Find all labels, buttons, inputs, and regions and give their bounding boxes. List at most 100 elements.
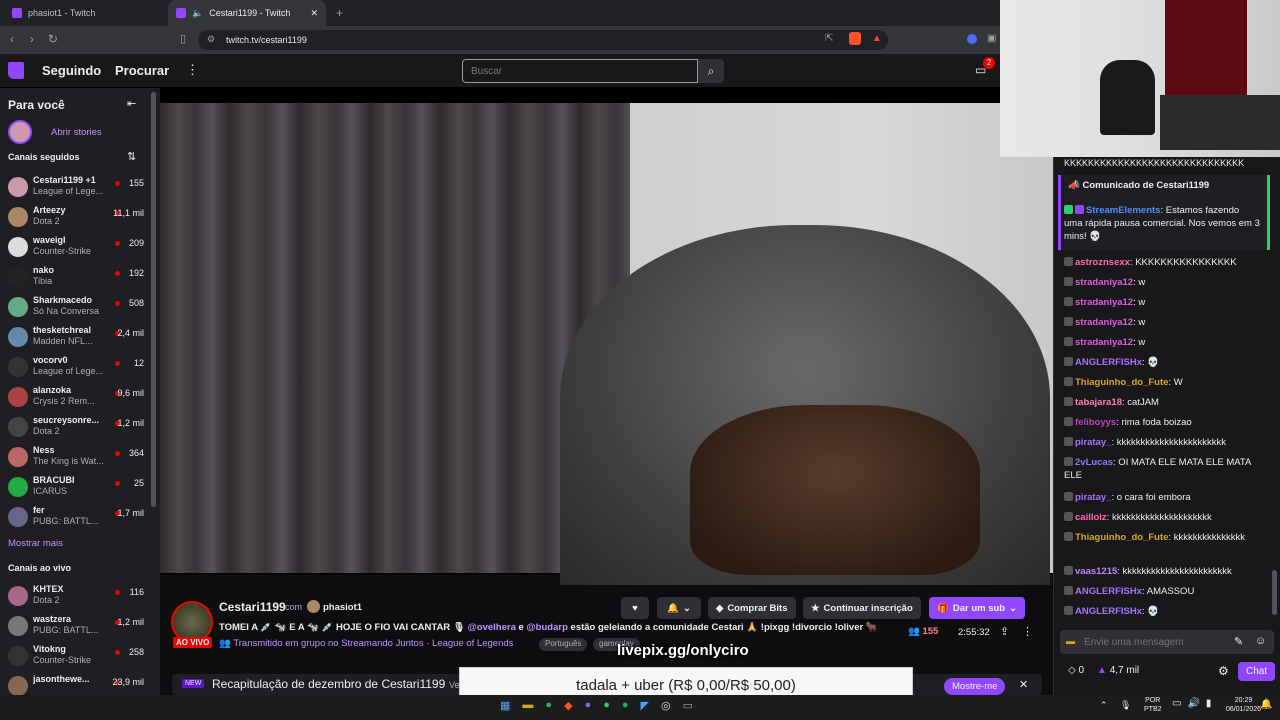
discord-icon[interactable]: ● xyxy=(585,699,592,712)
browser-tab-phasiot1[interactable]: phasiot1 - Twitch xyxy=(4,0,164,26)
chat-username[interactable]: piratay_ xyxy=(1075,492,1111,503)
bits-balance[interactable]: ▲ 4,7 mil xyxy=(1097,665,1139,676)
buy-bits-button[interactable]: ◆ Comprar Bits xyxy=(708,597,796,619)
file-explorer-icon[interactable]: ▬ xyxy=(522,699,533,712)
sidebar-channel-item[interactable]: vocorv0 League of Lege... 12 xyxy=(8,355,152,385)
notification-bell-button[interactable]: 🔔 ⌄ xyxy=(657,597,701,619)
spotify-2-icon[interactable]: ● xyxy=(622,699,629,712)
chat-username[interactable]: astroznsexx xyxy=(1075,257,1130,268)
sort-icon[interactable]: ⇅ xyxy=(127,150,136,163)
sidebar-channel-item[interactable]: wastzera PUBG: BATTL... 1,2 mil xyxy=(8,614,152,644)
chat-username[interactable]: stradaniya12 xyxy=(1075,297,1133,308)
chat-username[interactable]: Thiaguinho_do_Fute xyxy=(1075,532,1168,543)
volume-icon[interactable]: 🔊 xyxy=(1187,698,1199,709)
more-options-icon[interactable]: ⋮ xyxy=(186,62,199,78)
chat-username[interactable]: tabajara18 xyxy=(1075,397,1122,408)
battery-icon[interactable]: ▮ xyxy=(1206,698,1212,709)
sidebar-channel-item[interactable]: Arteezy Dota 2 11,1 mil xyxy=(8,205,152,235)
chat-username[interactable]: cailloiz xyxy=(1075,512,1107,523)
chat-username[interactable]: piratay_ xyxy=(1075,437,1111,448)
sidebar-channel-item[interactable]: Cestari1199 +1 League of Lege... 155 xyxy=(8,175,152,205)
sidebar-channel-item[interactable]: BRACUBI ICARUS 25 xyxy=(8,475,152,505)
extensions-puzzle-icon[interactable]: ▣ xyxy=(987,33,996,44)
sidebar-channel-item[interactable]: waveigl Counter-Strike 209 xyxy=(8,235,152,265)
obs-icon[interactable]: ◎ xyxy=(661,699,671,712)
site-info-icon[interactable]: ⚙ xyxy=(207,34,215,45)
twitch-logo-icon[interactable] xyxy=(8,62,24,79)
sidebar-channel-item[interactable]: seucreysonre... Dota 2 1,2 mil xyxy=(8,415,152,445)
game-link[interactable]: League of Legends xyxy=(432,638,513,649)
chat-username[interactable]: ANGLERFISHx xyxy=(1075,357,1142,368)
brave-shield-icon[interactable] xyxy=(849,32,861,45)
announcement-user[interactable]: StreamElements xyxy=(1086,205,1160,216)
sidebar-channel-item[interactable]: thesketchreal Madden NFL... 2,4 mil xyxy=(8,325,152,355)
mention-budarp[interactable]: @budarp xyxy=(526,622,567,633)
search-input[interactable] xyxy=(462,59,698,83)
back-icon[interactable]: ‹ xyxy=(10,32,14,46)
bits-cheer-icon[interactable]: ✎ xyxy=(1234,635,1243,648)
brave-icon[interactable]: ◆ xyxy=(564,699,572,712)
recap-close-icon[interactable]: ✕ xyxy=(1019,678,1028,691)
browser-tab-cestari[interactable]: 🔈 Cestari1199 - Twitch ✕ xyxy=(168,0,326,26)
vscode-icon[interactable]: ◤ xyxy=(641,699,649,712)
sidebar-channel-item[interactable]: Vitokng Counter-Strike 258 xyxy=(8,644,152,674)
chat-username[interactable]: ANGLERFISHx xyxy=(1075,586,1142,597)
group-text[interactable]: Transmitido em grupo no Streamando Junto… xyxy=(233,638,432,649)
more-stream-options-icon[interactable]: ⋮ xyxy=(1022,625,1033,638)
chat-username[interactable]: 2vLucas xyxy=(1075,457,1113,468)
sidebar-channel-item[interactable]: KHTEX Dota 2 116 xyxy=(8,584,152,614)
sidebar-channel-item[interactable]: nako Tibia 192 xyxy=(8,265,152,295)
chat-username[interactable]: Thiaguinho_do_Fute xyxy=(1075,377,1168,388)
input-language[interactable]: POR PTB2 xyxy=(1144,696,1162,714)
extension-icon[interactable] xyxy=(967,34,977,44)
reload-icon[interactable]: ↻ xyxy=(48,32,58,46)
continue-sub-button[interactable]: ★ Continuar inscrição xyxy=(803,597,921,619)
sidebar-channel-item[interactable]: Ness The King is Wat... 364 xyxy=(8,445,152,475)
sidebar-channel-item[interactable]: Sharkmacedo Só Na Conversa 508 xyxy=(8,295,152,325)
address-field[interactable]: twitch.tv/cestari1199 xyxy=(198,30,888,50)
tray-chevron-icon[interactable]: ⌃ xyxy=(1100,700,1108,711)
cohost-avatar[interactable] xyxy=(307,600,320,613)
forward-icon[interactable]: › xyxy=(30,32,34,46)
spotify-icon[interactable]: ● xyxy=(545,699,552,712)
stories-avatar[interactable] xyxy=(8,120,32,144)
collapse-sidebar-icon[interactable]: ⇤ xyxy=(127,97,136,110)
whatsapp-icon[interactable]: ● xyxy=(603,699,610,712)
chat-send-button[interactable]: Chat xyxy=(1238,662,1276,681)
microphone-icon[interactable]: 🎙 xyxy=(1120,700,1131,711)
share-stream-icon[interactable]: ⇪ xyxy=(1000,625,1009,638)
chat-username[interactable]: stradaniya12 xyxy=(1075,317,1133,328)
network-icon[interactable]: ▭ xyxy=(1172,698,1181,709)
chat-username[interactable]: vaas1215 xyxy=(1075,566,1117,577)
notifications-center-icon[interactable]: 🔔 xyxy=(1260,699,1272,710)
channel-name[interactable]: Cestari1199 xyxy=(219,600,286,614)
nav-browse[interactable]: Procurar xyxy=(115,63,169,78)
search-button[interactable]: ⌕ xyxy=(698,59,724,83)
chat-settings-icon[interactable]: ⚙ xyxy=(1218,664,1229,678)
open-stories-link[interactable]: Abrir stories xyxy=(51,127,102,138)
chat-username[interactable]: stradaniya12 xyxy=(1075,277,1133,288)
close-tab-icon[interactable]: ✕ xyxy=(310,8,318,19)
emote-picker-icon[interactable]: ☺ xyxy=(1255,635,1266,647)
new-tab-icon[interactable]: + xyxy=(336,6,343,20)
show-more-link[interactable]: Mostrar mais xyxy=(8,538,63,549)
mention-ovelhera[interactable]: @ovelhera xyxy=(468,622,516,633)
start-icon[interactable]: ▦ xyxy=(500,699,510,712)
bookmark-icon[interactable]: ▯ xyxy=(180,32,186,45)
chat-scrollbar[interactable] xyxy=(1272,570,1277,615)
tag-portugues[interactable]: Português xyxy=(539,638,588,651)
chat-message-input[interactable] xyxy=(1084,634,1214,650)
sidebar-channel-item[interactable]: fer PUBG: BATTL... 1,7 mil xyxy=(8,505,152,535)
app-icon[interactable]: ▭ xyxy=(683,699,693,712)
clock[interactable]: 20:29 06/01/2026 xyxy=(1226,696,1261,714)
sidebar-channel-item[interactable]: alanzoka Crysis 2 Rem... 9,6 mil xyxy=(8,385,152,415)
rewards-icon[interactable]: ▲ xyxy=(872,33,882,44)
share-icon[interactable]: ⇱ xyxy=(825,33,833,44)
cohost-name[interactable]: phasiot1 xyxy=(323,602,362,613)
chat-username[interactable]: ANGLERFISHx xyxy=(1075,606,1142,617)
chat-username[interactable]: feliboyys xyxy=(1075,417,1116,428)
sidebar-scrollbar[interactable] xyxy=(151,92,156,507)
chat-username[interactable]: stradaniya12 xyxy=(1075,337,1133,348)
gift-sub-button[interactable]: 🎁 Dar um sub ⌄ xyxy=(929,597,1026,619)
channel-points[interactable]: ◇ 0 xyxy=(1068,665,1084,676)
